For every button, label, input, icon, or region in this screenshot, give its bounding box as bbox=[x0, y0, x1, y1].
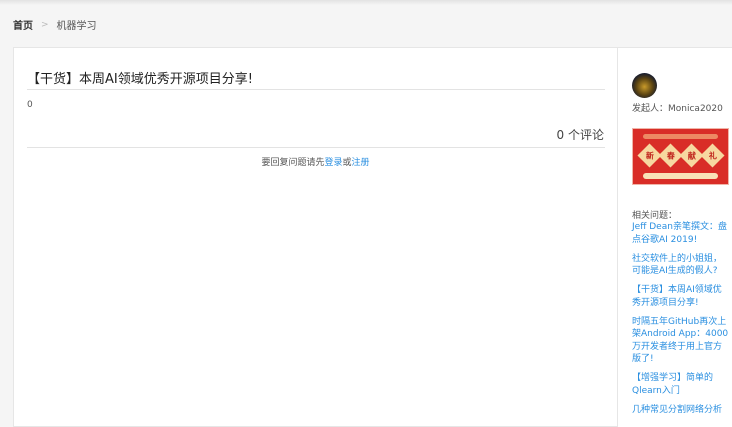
related-link[interactable]: 时隔五年GitHub再次上架Android App：4000万开发者终于用上官方… bbox=[632, 316, 730, 366]
reply-prompt: 要回复问题请先登录或注册 bbox=[14, 155, 617, 168]
breadcrumb-current[interactable]: 机器学习 bbox=[57, 17, 97, 32]
breadcrumb-home[interactable]: 首页 bbox=[13, 17, 33, 32]
avatar[interactable] bbox=[632, 73, 657, 98]
divider bbox=[27, 147, 605, 148]
question-panel: 【干货】本周AI领域优秀开源项目分享! 0 0 个评论 要回复问题请先登录或注册 bbox=[13, 47, 618, 427]
reply-prefix: 要回复问题请先 bbox=[261, 158, 325, 168]
divider bbox=[27, 89, 605, 90]
related-link[interactable]: 【增强学习】简单的Qlearn入门 bbox=[632, 372, 730, 397]
sidebar: 发起人：Monica2020 新 春 献 礼 相关问题： Jeff Dean亲笔… bbox=[618, 47, 732, 427]
breadcrumb: 首页 > 机器学习 bbox=[13, 17, 97, 33]
related-link[interactable]: 【干货】本周AI领域优秀开源项目分享! bbox=[632, 284, 730, 309]
related-list: Jeff Dean亲笔撰文：盘点谷歌AI 2019! 社交软件上的小姐姐，可能是… bbox=[632, 221, 730, 423]
related-link[interactable]: Jeff Dean亲笔撰文：盘点谷歌AI 2019! bbox=[632, 221, 730, 246]
banner-char: 礼 bbox=[708, 151, 716, 160]
banner-cta bbox=[643, 173, 718, 179]
breadcrumb-separator: > bbox=[41, 19, 49, 30]
question-title: 【干货】本周AI领域优秀开源项目分享! bbox=[27, 72, 253, 87]
question-starter: 发起人：Monica2020 bbox=[632, 104, 723, 114]
comment-count: 0 个评论 bbox=[556, 128, 604, 142]
login-link[interactable]: 登录 bbox=[324, 158, 342, 168]
promo-banner[interactable]: 新 春 献 礼 bbox=[632, 128, 729, 185]
related-heading: 相关问题： bbox=[632, 211, 678, 221]
reply-or: 或 bbox=[342, 158, 352, 168]
banner-char: 献 bbox=[687, 151, 695, 160]
related-link[interactable]: 几种常见分割网络分析 bbox=[632, 404, 730, 417]
banner-char: 新 bbox=[645, 151, 653, 160]
top-shadow bbox=[0, 0, 732, 5]
related-link[interactable]: 社交软件上的小姐姐，可能是AI生成的假人? bbox=[632, 253, 730, 278]
banner-header bbox=[643, 134, 718, 139]
question-body: 0 bbox=[27, 100, 33, 110]
register-link[interactable]: 注册 bbox=[352, 158, 370, 168]
banner-char: 春 bbox=[666, 151, 674, 160]
